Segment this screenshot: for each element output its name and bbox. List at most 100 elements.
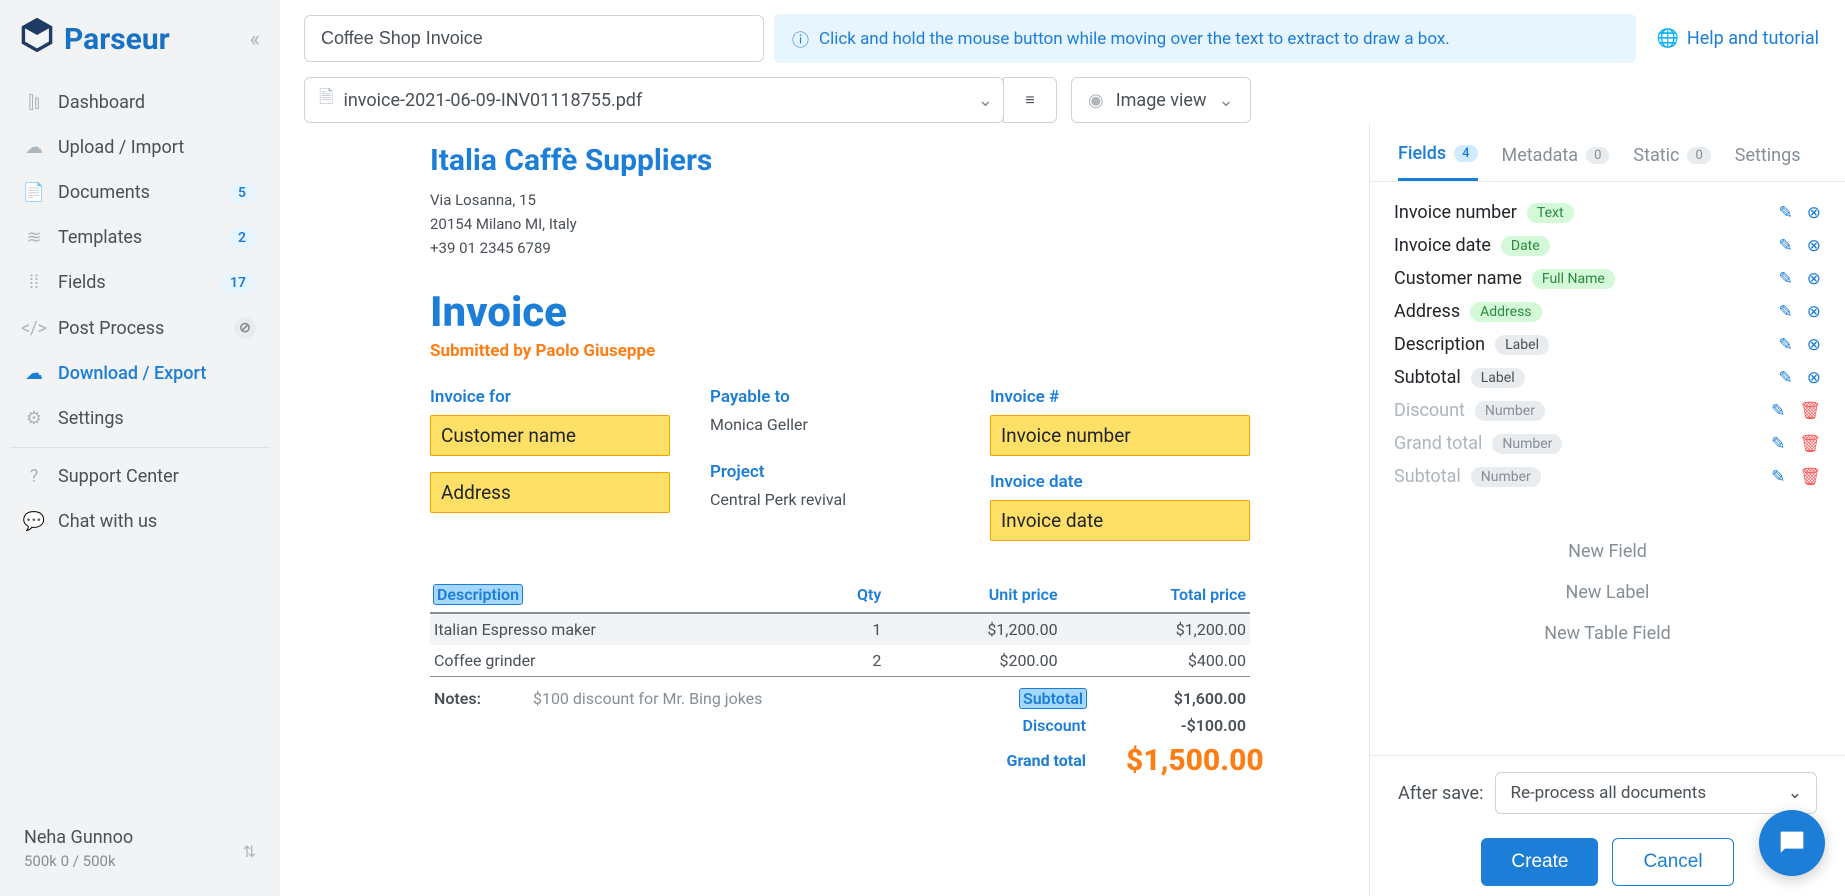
- sidebar-item-support[interactable]: ?Support Center: [10, 454, 270, 499]
- sidebar-item-templates[interactable]: ≋Templates2: [10, 215, 270, 260]
- field-row[interactable]: SubtotalLabel✎⊗: [1386, 361, 1829, 394]
- highlight-address[interactable]: Address: [430, 472, 670, 513]
- remove-icon[interactable]: ⊗: [1807, 368, 1821, 388]
- user-info[interactable]: Neha Gunnoo 500k 0 / 500k ⇅: [0, 813, 280, 884]
- new-table-field-button[interactable]: New Table Field: [1370, 613, 1845, 654]
- cancel-button[interactable]: Cancel: [1612, 838, 1733, 886]
- document-viewport[interactable]: Italia Caffè Suppliers Via Losanna, 15 2…: [280, 123, 1370, 896]
- sidebar-item-download[interactable]: ☁Download / Export: [10, 351, 270, 396]
- collapse-sidebar-icon[interactable]: «: [250, 27, 260, 52]
- user-name: Neha Gunnoo: [24, 827, 256, 848]
- discount-label: Discount: [976, 716, 1086, 735]
- field-row[interactable]: Customer name Full Name ✎ ⊗: [1386, 262, 1829, 295]
- create-button[interactable]: Create: [1481, 838, 1598, 886]
- remove-icon[interactable]: ⊗: [1807, 335, 1821, 355]
- tab-static[interactable]: Static0: [1633, 143, 1710, 181]
- field-type-tag: Number: [1475, 401, 1545, 421]
- sidebar-item-documents[interactable]: 📄Documents5: [10, 170, 270, 215]
- field-row[interactable]: Invoice dateDate✎⊗: [1386, 229, 1829, 262]
- highlight-invoice-date[interactable]: Invoice date: [990, 500, 1250, 541]
- field-type-tag: Number: [1492, 434, 1562, 454]
- chevron-down-icon: ⌄: [1218, 90, 1233, 111]
- sidebar-item-dashboard[interactable]: ⫿⫾Dashboard: [10, 80, 270, 125]
- cell-qty: 2: [812, 645, 885, 676]
- field-name: Grand total: [1394, 433, 1482, 454]
- delete-icon[interactable]: 🗑: [1799, 434, 1821, 454]
- view-select[interactable]: ◉ Image view ⌄: [1071, 77, 1251, 123]
- field-row[interactable]: SubtotalNumber✎🗑: [1386, 460, 1829, 493]
- tab-settings[interactable]: Settings: [1735, 143, 1801, 181]
- after-save-select[interactable]: Re-process all documents ⌄: [1495, 772, 1817, 814]
- field-row[interactable]: DiscountNumber✎🗑: [1386, 394, 1829, 427]
- user-menu-toggle-icon[interactable]: ⇅: [243, 842, 256, 861]
- layers-icon: ≋: [24, 228, 44, 248]
- edit-icon[interactable]: ✎: [1779, 203, 1793, 223]
- fields-panel: Fields4 Metadata0 Static0 Settings Invoi…: [1370, 123, 1845, 896]
- remove-icon[interactable]: ⊗: [1807, 203, 1821, 223]
- sidebar-item-chat[interactable]: 💬Chat with us: [10, 499, 270, 544]
- sidebar-item-upload[interactable]: ☁Upload / Import: [10, 125, 270, 170]
- filter-icon: ≡: [1025, 90, 1034, 110]
- edit-icon[interactable]: ✎: [1771, 467, 1785, 487]
- field-type-tag: Number: [1471, 467, 1541, 487]
- edit-icon[interactable]: ✎: [1771, 434, 1785, 454]
- sidebar-item-settings[interactable]: ⚙Settings: [10, 396, 270, 441]
- company-name: Italia Caffè Suppliers: [430, 143, 1250, 178]
- sel-description[interactable]: Description: [434, 585, 522, 604]
- edit-icon[interactable]: ✎: [1779, 335, 1793, 355]
- th-total: Total price: [1062, 577, 1250, 613]
- field-row[interactable]: Grand total Number ✎ 🗑: [1386, 427, 1829, 460]
- field-name: Address: [1394, 301, 1460, 322]
- sidebar-label: Dashboard: [58, 92, 145, 113]
- delete-icon[interactable]: 🗑: [1799, 467, 1821, 487]
- brand-logo[interactable]: Parseur: [20, 18, 170, 60]
- highlight-customer-name[interactable]: Customer name: [430, 415, 670, 456]
- code-icon: </>: [24, 318, 44, 338]
- edit-icon[interactable]: ✎: [1771, 401, 1785, 421]
- sel-subtotal[interactable]: Subtotal: [1020, 689, 1086, 708]
- edit-icon[interactable]: ✎: [1779, 368, 1793, 388]
- discount-value: -$100.00: [1126, 716, 1246, 735]
- badge: 5: [228, 183, 256, 203]
- sidebar-item-fields[interactable]: ⁞⁞Fields17: [10, 260, 270, 305]
- main: ⓘ Click and hold the mouse button while …: [280, 0, 1845, 896]
- edit-icon[interactable]: ✎: [1779, 236, 1793, 256]
- edit-icon[interactable]: ✎: [1779, 302, 1793, 322]
- edit-icon[interactable]: ✎: [1779, 269, 1793, 289]
- field-name: Customer name: [1394, 268, 1522, 289]
- cell-desc: Coffee grinder: [430, 645, 812, 676]
- cell-desc: Italian Espresso maker: [430, 613, 812, 645]
- logo-icon: [20, 18, 54, 60]
- chevron-down-icon: ⌄: [978, 90, 993, 111]
- help-link[interactable]: 🌐 Help and tutorial: [1656, 28, 1819, 49]
- chat-widget[interactable]: [1759, 810, 1825, 876]
- tab-metadata[interactable]: Metadata0: [1502, 143, 1610, 181]
- file-name: invoice-2021-06-09-INV01118755.pdf: [343, 90, 642, 111]
- tab-count: 0: [1586, 147, 1609, 164]
- new-label-button[interactable]: New Label: [1370, 572, 1845, 613]
- new-field-button[interactable]: New Field: [1370, 531, 1845, 572]
- chat-bubble-icon: [1775, 826, 1809, 860]
- help-text: Help and tutorial: [1687, 28, 1819, 49]
- remove-icon[interactable]: ⊗: [1807, 302, 1821, 322]
- sidebar-label: Support Center: [58, 466, 179, 487]
- file-select[interactable]: 🗎 invoice-2021-06-09-INV01118755.pdf ⌄: [304, 77, 1004, 123]
- field-row[interactable]: Invoice numberText✎⊗: [1386, 196, 1829, 229]
- remove-icon[interactable]: ⊗: [1807, 236, 1821, 256]
- field-type-tag: Address: [1470, 302, 1541, 322]
- value-payable-to: Monica Geller: [710, 415, 960, 434]
- field-row[interactable]: DescriptionLabel✎⊗: [1386, 328, 1829, 361]
- field-row[interactable]: Address Address ✎ ⊗: [1386, 295, 1829, 328]
- th-qty: Qty: [812, 577, 885, 613]
- delete-icon[interactable]: 🗑: [1799, 401, 1821, 421]
- template-title-input[interactable]: [304, 15, 764, 62]
- tab-fields[interactable]: Fields4: [1398, 143, 1478, 181]
- sidebar-label: Fields: [58, 272, 106, 293]
- sidebar-item-postprocess[interactable]: </>Post Process⊘: [10, 305, 270, 351]
- sidebar-label: Chat with us: [58, 511, 157, 532]
- remove-icon[interactable]: ⊗: [1807, 269, 1821, 289]
- highlight-invoice-number[interactable]: Invoice number: [990, 415, 1250, 456]
- filter-button[interactable]: ≡: [1003, 77, 1057, 123]
- sidebar-label: Post Process: [58, 318, 164, 339]
- field-type-tag: Full Name: [1532, 269, 1615, 289]
